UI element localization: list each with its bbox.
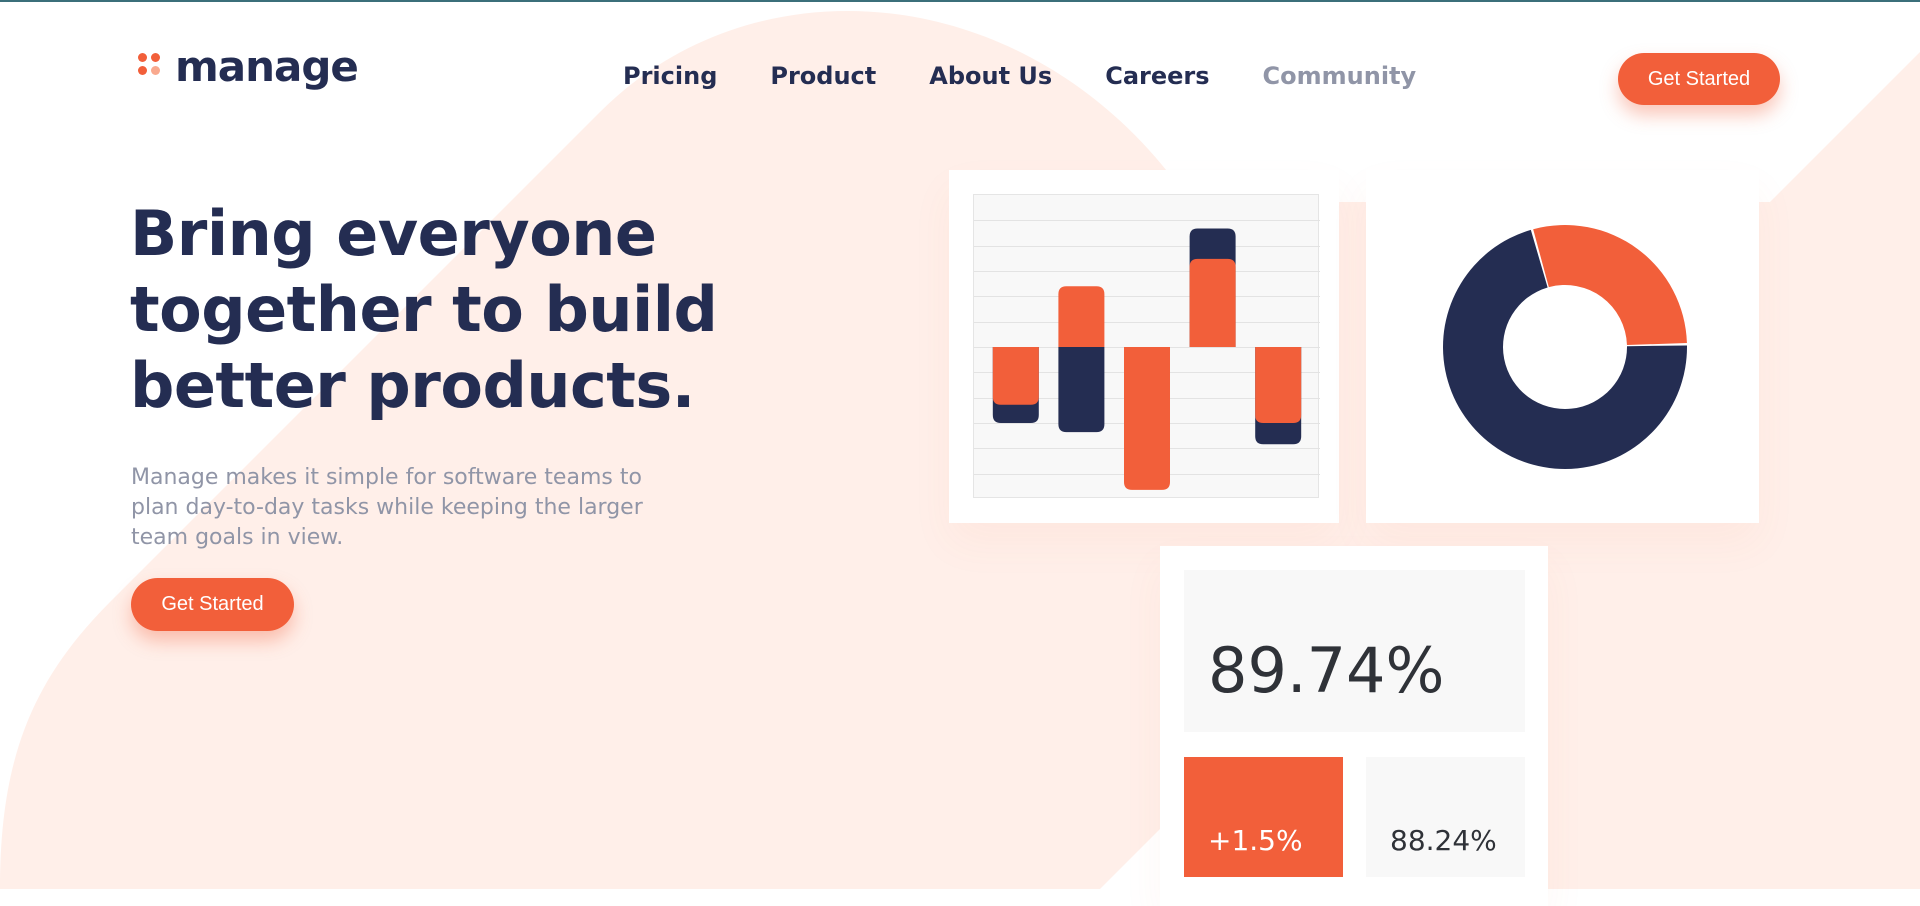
stats-card: 89.74% +1.5% 88.24% — [1160, 546, 1548, 906]
donut-chart — [1443, 225, 1687, 469]
bar-chart-card — [949, 170, 1339, 523]
bar-chart — [974, 220, 1320, 490]
stat-main-value: 89.74% — [1208, 634, 1445, 707]
nav-link-careers[interactable]: Careers — [1105, 62, 1209, 90]
stat-change-tile: +1.5% — [1184, 757, 1343, 877]
logo-wordmark: manage — [175, 42, 359, 91]
bar-4-series-2 — [1189, 258, 1236, 347]
nav-link-about-us[interactable]: About Us — [929, 62, 1052, 90]
background-blush-diagonal — [1760, 52, 1920, 222]
bar-3-series-2 — [1124, 347, 1170, 490]
donut-chart-card — [1366, 170, 1759, 523]
logo[interactable]: manage — [137, 42, 359, 91]
stat-secondary-tile: 88.24% — [1366, 757, 1525, 877]
hero-description: Manage makes it simple for software team… — [131, 465, 643, 550]
bar-chart-panel — [973, 194, 1320, 498]
stat-secondary-value: 88.24% — [1390, 824, 1497, 857]
hero-get-started-button[interactable]: Get Started — [131, 578, 294, 631]
bar-5-series-2 — [1255, 347, 1302, 423]
stat-change-value: +1.5% — [1208, 824, 1303, 857]
bar-series-2 — [992, 258, 1302, 490]
nav-link-pricing[interactable]: Pricing — [623, 62, 717, 90]
nav-link-community[interactable]: Community — [1263, 62, 1417, 90]
main-nav: Pricing Product About Us Careers Communi… — [623, 62, 1416, 90]
bar-2-series-1 — [1058, 347, 1105, 433]
bar-2-series-2 — [1058, 286, 1105, 347]
bar-1-series-2 — [992, 347, 1039, 405]
donut-slice-2 — [1533, 225, 1687, 345]
four-dots-logo-icon — [137, 53, 165, 81]
nav-link-product[interactable]: Product — [770, 62, 876, 90]
stat-main-tile: 89.74% — [1184, 570, 1525, 732]
hero-title: Bring everyone together to build better … — [130, 197, 718, 422]
header-get-started-button[interactable]: Get Started — [1618, 53, 1780, 105]
